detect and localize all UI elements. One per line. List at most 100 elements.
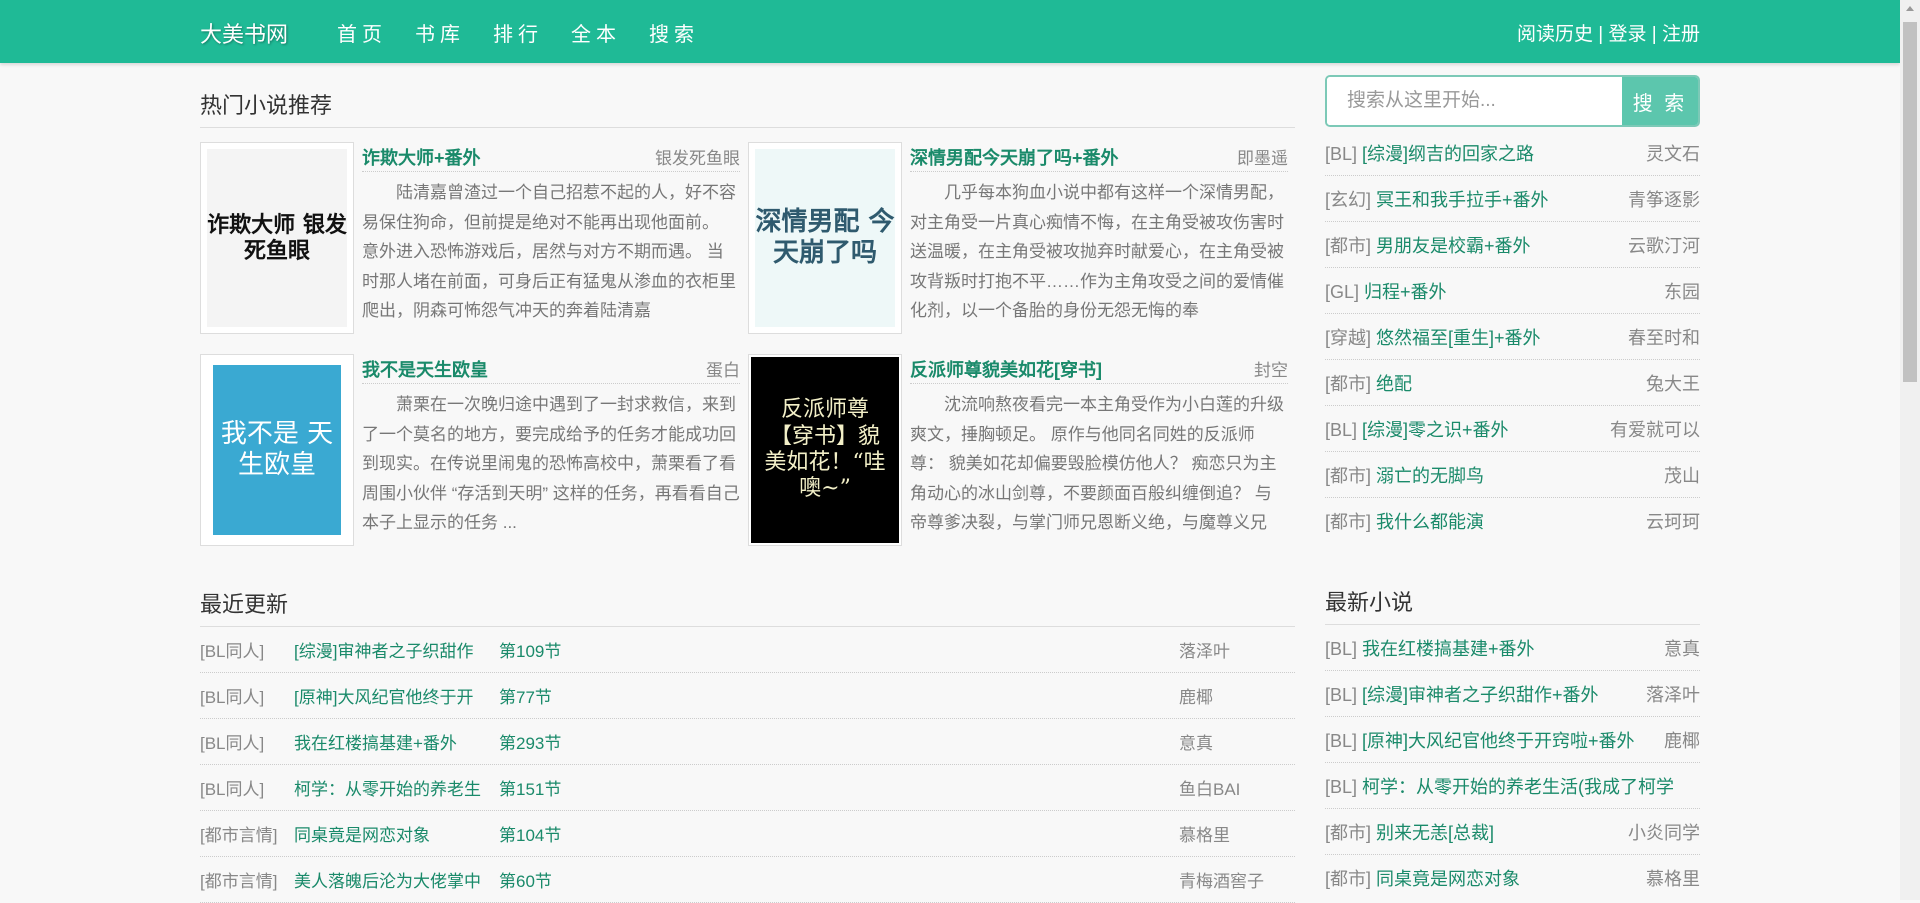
row-chapter-link[interactable]: 第293节 xyxy=(499,729,1179,754)
main-column: 热门小说推荐 诈欺大师 银发死鱼眼 诈欺大师+番外 银发死鱼眼 陆清嘉曾渣过一个自己… xyxy=(200,63,1295,903)
list-item-title-link[interactable]: 柯学：从零开始的养老生活(我成了柯学 xyxy=(1362,777,1674,797)
list-item-title-link[interactable]: 别来无恙[总裁] xyxy=(1376,823,1494,843)
list-item-title-link[interactable]: [综漫]纲吉的回家之路 xyxy=(1362,144,1534,164)
row-author: 落泽叶 xyxy=(1179,642,1230,661)
row-chapter-link[interactable]: 第60节 xyxy=(499,867,1179,892)
list-item-title-link[interactable]: 悠然福至[重生]+番外 xyxy=(1376,328,1541,348)
list-item-category: [BL] xyxy=(1325,776,1358,797)
cover-text: 反派师尊【穿书】貌美如花！“哇噢~” xyxy=(764,397,886,502)
reading-history-link[interactable]: 阅读历史 xyxy=(1517,24,1593,45)
book-description: 陆清嘉曾渣过一个自己招惹不起的人，好不容易保住狗命，但前提是绝对不能再出现他面前… xyxy=(362,183,736,320)
list-item-title-link[interactable]: 溺亡的无脚鸟 xyxy=(1376,466,1484,486)
list-item: [都市] 绝配 兔大王 xyxy=(1325,360,1700,406)
row-category: [BL同人] xyxy=(200,642,265,661)
list-item: [BL] 我在红楼搞基建+番外 意真 xyxy=(1325,625,1700,671)
book-card: 反派师尊【穿书】貌美如花！“哇噢~” 反派师尊貌美如花[穿书] 封空 沈流响熬夜看完… xyxy=(748,354,1295,546)
list-item-author: 兔大王 xyxy=(1646,373,1700,394)
nav-library[interactable]: 书库 xyxy=(415,18,465,47)
list-item-title-link[interactable]: 我在红楼搞基建+番外 xyxy=(1362,639,1535,659)
list-item: [BL] [原神]大风纪官他终于开窍啦+番外 鹿椰 xyxy=(1325,717,1700,763)
book-title-link[interactable]: 反派师尊貌美如花[穿书] xyxy=(910,356,1102,382)
row-author: 慕格里 xyxy=(1179,826,1230,845)
row-chapter-link[interactable]: 第77节 xyxy=(499,683,1179,708)
list-item-author: 春至时和 xyxy=(1628,327,1700,348)
newest-section-title: 最新小说 xyxy=(1325,575,1700,625)
row-author: 鱼白BAI xyxy=(1179,780,1241,799)
list-item-left: [都市] 男朋友是校霸+番外 xyxy=(1325,232,1531,258)
book-cover[interactable]: 诈欺大师 银发死鱼眼 xyxy=(200,142,354,334)
list-item-title-link[interactable]: 绝配 xyxy=(1376,374,1412,394)
nav-search[interactable]: 搜索 xyxy=(649,18,699,47)
row-category: [BL同人] xyxy=(200,688,265,707)
book-author: 封空 xyxy=(1254,361,1288,380)
book-description: 萧栗在一次晚归途中遇到了一封求救信，来到了一个莫名的地方，要完成给予的任务才能成… xyxy=(362,395,740,532)
list-item-author: 东园 xyxy=(1664,281,1700,302)
row-chapter-link[interactable]: 第109节 xyxy=(499,637,1179,662)
search-button[interactable]: 搜 索 xyxy=(1622,77,1698,125)
row-title-link[interactable]: 柯学：从零开始的养老生 xyxy=(294,775,499,800)
list-item-left: [玄幻] 冥王和我手拉手+番外 xyxy=(1325,186,1549,212)
list-item-title-link[interactable]: [综漫]零之识+番外 xyxy=(1362,420,1509,440)
row-title-link[interactable]: [原神]大风纪官他终于开 xyxy=(294,683,499,708)
row-title-link[interactable]: 我在红楼搞基建+番外 xyxy=(294,729,499,754)
list-item-left: [GL] 归程+番外 xyxy=(1325,278,1447,304)
search-form: 搜 索 xyxy=(1325,75,1700,127)
list-item: [BL] [综漫]纲吉的回家之路 灵文石 xyxy=(1325,130,1700,176)
table-row: [BL同人] [原神]大风纪官他终于开 第77节 鹿椰 xyxy=(200,673,1295,719)
nav-ranking[interactable]: 排行 xyxy=(493,18,543,47)
separator: | xyxy=(1598,24,1604,45)
row-title-link[interactable]: 同桌竟是网恋对象 xyxy=(294,821,499,846)
list-item-title-link[interactable]: 同桌竟是网恋对象 xyxy=(1376,869,1520,889)
scroll-up-arrow-icon[interactable] xyxy=(1906,6,1914,11)
list-item: [BL] 柯学：从零开始的养老生活(我成了柯学 xyxy=(1325,763,1700,809)
book-title-link[interactable]: 深情男配今天崩了吗+番外 xyxy=(910,144,1119,170)
register-link[interactable]: 注册 xyxy=(1662,24,1700,45)
list-item-title-link[interactable]: [原神]大风纪官他终于开窍啦+番外 xyxy=(1362,731,1635,751)
list-item: [玄幻] 冥王和我手拉手+番外 青筝逐影 xyxy=(1325,176,1700,222)
list-item-left: [都市] 同桌竟是网恋对象 xyxy=(1325,865,1520,891)
list-item: [GL] 归程+番外 东园 xyxy=(1325,268,1700,314)
list-item-category: [BL] xyxy=(1325,684,1358,705)
nav-home[interactable]: 首页 xyxy=(337,18,387,47)
book-author: 蛋白 xyxy=(706,361,740,380)
scrollbar-thumb[interactable] xyxy=(1903,22,1917,382)
list-item-category: [都市] xyxy=(1325,512,1372,532)
list-item-title-link[interactable]: 归程+番外 xyxy=(1364,282,1447,302)
cover-text: 深情男配 今天崩了吗 xyxy=(755,206,895,268)
nav-complete[interactable]: 全本 xyxy=(571,18,621,47)
list-item-left: [BL] [综漫]零之识+番外 xyxy=(1325,416,1509,442)
list-item: [都市] 溺亡的无脚鸟 茂山 xyxy=(1325,452,1700,498)
cover-text: 诈欺大师 银发死鱼眼 xyxy=(207,211,347,264)
list-item-title-link[interactable]: 我什么都能演 xyxy=(1376,512,1484,532)
book-title-link[interactable]: 诈欺大师+番外 xyxy=(362,144,481,170)
page-scrollbar[interactable] xyxy=(1900,0,1920,900)
list-item: [BL] [综漫]零之识+番外 有爱就可以 xyxy=(1325,406,1700,452)
list-item-author: 小炎同学 xyxy=(1628,822,1700,843)
site-logo[interactable]: 大美书网 xyxy=(200,17,288,49)
book-cover[interactable]: 深情男配 今天崩了吗 xyxy=(748,142,902,334)
newest-novels: 最新小说 [BL] 我在红楼搞基建+番外 意真 [BL] [综漫]审神者之子织甜作+… xyxy=(1325,575,1700,901)
list-item: [都市] 我什么都能演 云珂珂 xyxy=(1325,498,1700,544)
row-title-link[interactable]: 美人落魄后沦为大佬掌中 xyxy=(294,867,499,892)
table-row: [BL同人] [综漫]审神者之子织甜作 第109节 落泽叶 xyxy=(200,627,1295,673)
row-chapter-link[interactable]: 第151节 xyxy=(499,775,1179,800)
row-category: [都市言情] xyxy=(200,872,278,891)
table-row: [都市言情] 同桌竟是网恋对象 第104节 慕格里 xyxy=(200,811,1295,857)
list-item-left: [BL] [原神]大风纪官他终于开窍啦+番外 xyxy=(1325,727,1635,753)
list-item-author: 茂山 xyxy=(1664,465,1700,486)
search-input[interactable] xyxy=(1327,77,1622,125)
list-item-category: [穿越] xyxy=(1325,327,1372,348)
list-item-title-link[interactable]: [综漫]审神者之子织甜作+番外 xyxy=(1362,685,1599,705)
book-cover[interactable]: 我不是 天生欧皇 xyxy=(200,354,354,546)
book-title-link[interactable]: 我不是天生欧皇 xyxy=(362,356,488,382)
list-item-title-link[interactable]: 冥王和我手拉手+番外 xyxy=(1376,190,1549,210)
list-item-category: [BL] xyxy=(1325,730,1358,751)
table-row: [BL同人] 柯学：从零开始的养老生 第151节 鱼白BAI xyxy=(200,765,1295,811)
book-cover[interactable]: 反派师尊【穿书】貌美如花！“哇噢~” xyxy=(748,354,902,546)
row-category: [BL同人] xyxy=(200,734,265,753)
list-item-title-link[interactable]: 男朋友是校霸+番外 xyxy=(1376,236,1531,256)
login-link[interactable]: 登录 xyxy=(1608,24,1646,45)
book-author: 银发死鱼眼 xyxy=(655,149,740,168)
row-chapter-link[interactable]: 第104节 xyxy=(499,821,1179,846)
row-title-link[interactable]: [综漫]审神者之子织甜作 xyxy=(294,637,499,662)
